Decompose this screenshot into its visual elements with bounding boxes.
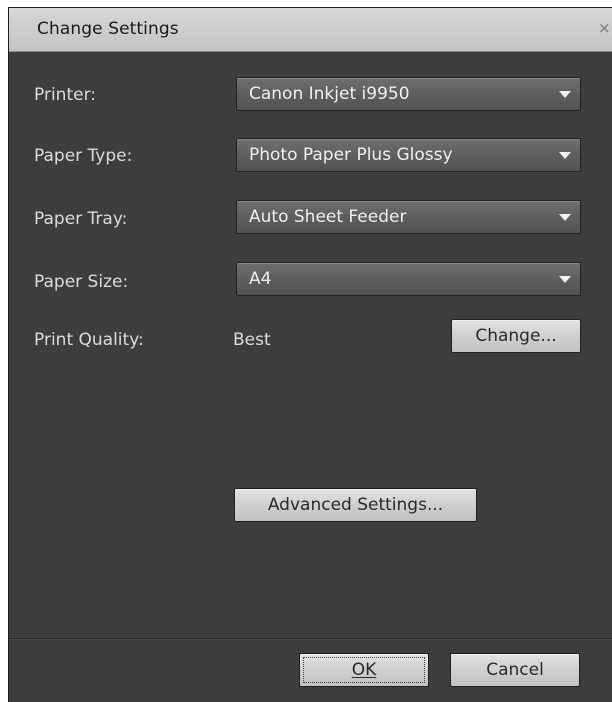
paper-type-select[interactable]: Photo Paper Plus Glossy bbox=[236, 138, 581, 172]
title-bar[interactable]: Change Settings × bbox=[9, 8, 612, 52]
printer-label: Printer: bbox=[34, 85, 96, 105]
advanced-settings-label: Advanced Settings... bbox=[267, 495, 444, 515]
paper-size-label: Paper Size: bbox=[34, 272, 129, 292]
paper-tray-label: Paper Tray: bbox=[34, 209, 128, 229]
footer-divider bbox=[9, 638, 612, 640]
chevron-down-icon bbox=[559, 276, 571, 283]
print-quality-value: Best bbox=[233, 330, 271, 350]
advanced-settings-button[interactable]: Advanced Settings... bbox=[234, 488, 477, 522]
paper-type-label: Paper Type: bbox=[34, 146, 133, 166]
focus-ring bbox=[303, 657, 425, 683]
change-settings-dialog: Change Settings × Printer: Canon Inkjet … bbox=[8, 7, 612, 702]
cancel-button-label: Cancel bbox=[486, 660, 544, 680]
change-button-label: Change... bbox=[475, 326, 557, 346]
chevron-down-icon bbox=[559, 91, 571, 98]
printer-select[interactable]: Canon Inkjet i9950 bbox=[236, 77, 581, 111]
cancel-button[interactable]: Cancel bbox=[450, 653, 580, 687]
paper-tray-select[interactable]: Auto Sheet Feeder bbox=[236, 200, 581, 234]
dialog-title: Change Settings bbox=[37, 19, 179, 39]
chevron-down-icon bbox=[559, 214, 571, 221]
close-icon[interactable]: × bbox=[598, 19, 612, 37]
paper-tray-select-value: Auto Sheet Feeder bbox=[249, 207, 407, 227]
change-quality-button[interactable]: Change... bbox=[451, 319, 581, 353]
print-quality-label: Print Quality: bbox=[34, 330, 144, 350]
paper-size-select-value: A4 bbox=[249, 269, 272, 289]
paper-size-select[interactable]: A4 bbox=[236, 262, 581, 296]
chevron-down-icon bbox=[559, 152, 571, 159]
paper-type-select-value: Photo Paper Plus Glossy bbox=[249, 145, 453, 165]
ok-button[interactable]: OK bbox=[299, 653, 429, 687]
printer-select-value: Canon Inkjet i9950 bbox=[249, 84, 410, 104]
